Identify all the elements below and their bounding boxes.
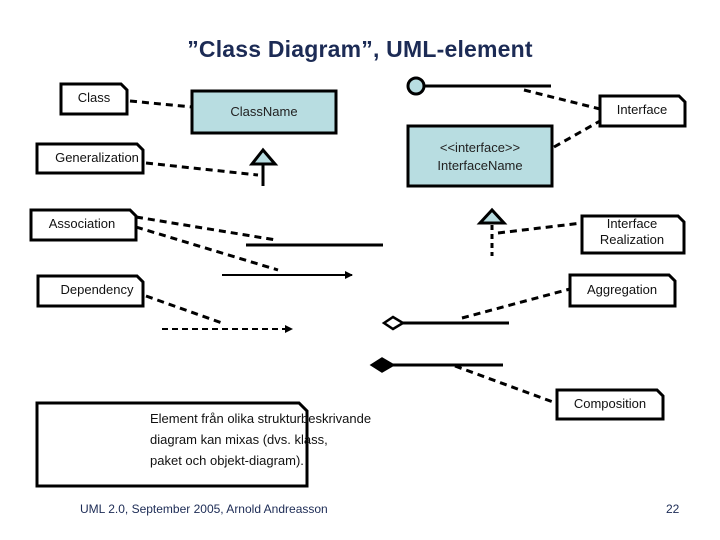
slide-footer: UML 2.0, September 2005, Arnold Andreass… <box>80 502 328 516</box>
note-aggregation: Aggregation <box>568 273 677 308</box>
hollow-diamond-icon <box>381 315 406 331</box>
note-mixing-line3: paket och objekt-diagram). <box>150 453 304 468</box>
filled-diamond-icon <box>369 357 396 373</box>
composition-symbol <box>369 357 503 373</box>
note-interface-realization-line1: Interface <box>607 216 658 231</box>
uml-diagram: ClassName <<interface>> InterfaceName Cl… <box>29 76 687 488</box>
interface-stereotype: <<interface>> <box>440 140 520 155</box>
interface-box: <<interface>> InterfaceName <box>406 124 554 188</box>
aggregation-symbol <box>381 315 509 331</box>
note-mixing-line2: diagram kan mixas (dvs. klass, <box>150 432 328 447</box>
class-box: ClassName <box>190 89 338 135</box>
note-dependency: Dependency <box>36 274 145 308</box>
note-interface-text: Interface <box>617 102 668 117</box>
note-association-text: Association <box>49 216 115 231</box>
note-generalization: Generalization <box>35 142 145 175</box>
class-connector <box>129 99 193 109</box>
lollipop-circle-icon <box>406 76 426 96</box>
note-interface-realization-line2: Realization <box>600 232 664 247</box>
note-class-text: Class <box>78 90 111 105</box>
composition-connector <box>454 364 554 404</box>
interface-connector-box <box>553 119 601 149</box>
realization-triangle-icon <box>476 207 508 225</box>
note-mixing: Element från olika strukturbeskrivande d… <box>35 401 371 488</box>
note-mixing-line1: Element från olika strukturbeskrivande <box>150 411 371 426</box>
note-composition-text: Composition <box>574 396 646 411</box>
generalization-triangle-icon <box>248 147 279 166</box>
page-number: 22 <box>666 502 680 516</box>
realization-connector <box>497 221 583 235</box>
note-aggregation-text: Aggregation <box>587 282 657 297</box>
note-interface-realization: Interface Realization <box>580 214 686 255</box>
note-association: Association <box>29 208 138 242</box>
note-dependency-text: Dependency <box>61 282 134 297</box>
class-name-label: ClassName <box>230 104 297 119</box>
generalization-connector <box>145 161 259 177</box>
dependency-connector <box>145 294 223 325</box>
association-connector-2 <box>135 225 279 272</box>
interface-connector-lollipop <box>523 88 601 111</box>
aggregation-connector <box>461 287 571 320</box>
note-generalization-text: Generalization <box>55 150 139 165</box>
note-composition: Composition <box>555 388 665 421</box>
note-class: Class <box>59 82 129 116</box>
note-interface: Interface <box>598 94 687 128</box>
association-connector-1 <box>135 215 277 242</box>
generalization-symbol <box>248 147 279 186</box>
interface-name-label: InterfaceName <box>437 158 522 173</box>
